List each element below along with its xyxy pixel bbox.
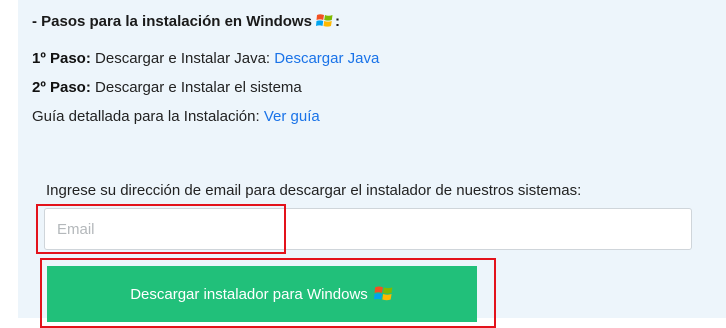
download-installer-label: Descargar instalador para Windows (130, 285, 368, 303)
install-heading: - Pasos para la instalación en Windows : (32, 12, 340, 30)
guide-line: Guía detallada para la Instalación: Ver … (32, 108, 320, 125)
step-2-text: Descargar e Instalar el sistema (95, 79, 302, 96)
step-2: 2º Paso: Descargar e Instalar el sistema (32, 79, 302, 96)
step-2-label: 2º Paso: (32, 79, 91, 96)
install-heading-colon: : (334, 12, 340, 30)
step-1-text: Descargar e Instalar Java: (95, 50, 271, 67)
windows-logo-icon (373, 284, 394, 304)
step-1: 1º Paso: Descargar e Instalar Java: Desc… (32, 50, 379, 67)
email-prompt: Ingrese su dirección de email para desca… (46, 182, 582, 199)
step-1-label: 1º Paso: (32, 50, 91, 67)
guide-text: Guía detallada para la Instalación: (32, 108, 260, 125)
view-guide-link[interactable]: Ver guía (264, 108, 320, 125)
windows-logo-icon (315, 12, 334, 30)
download-installer-button[interactable]: Descargar instalador para Windows (47, 266, 477, 322)
install-heading-text: - Pasos para la instalación en Windows (32, 12, 312, 30)
download-java-link[interactable]: Descargar Java (274, 50, 379, 67)
email-field[interactable] (44, 208, 692, 250)
